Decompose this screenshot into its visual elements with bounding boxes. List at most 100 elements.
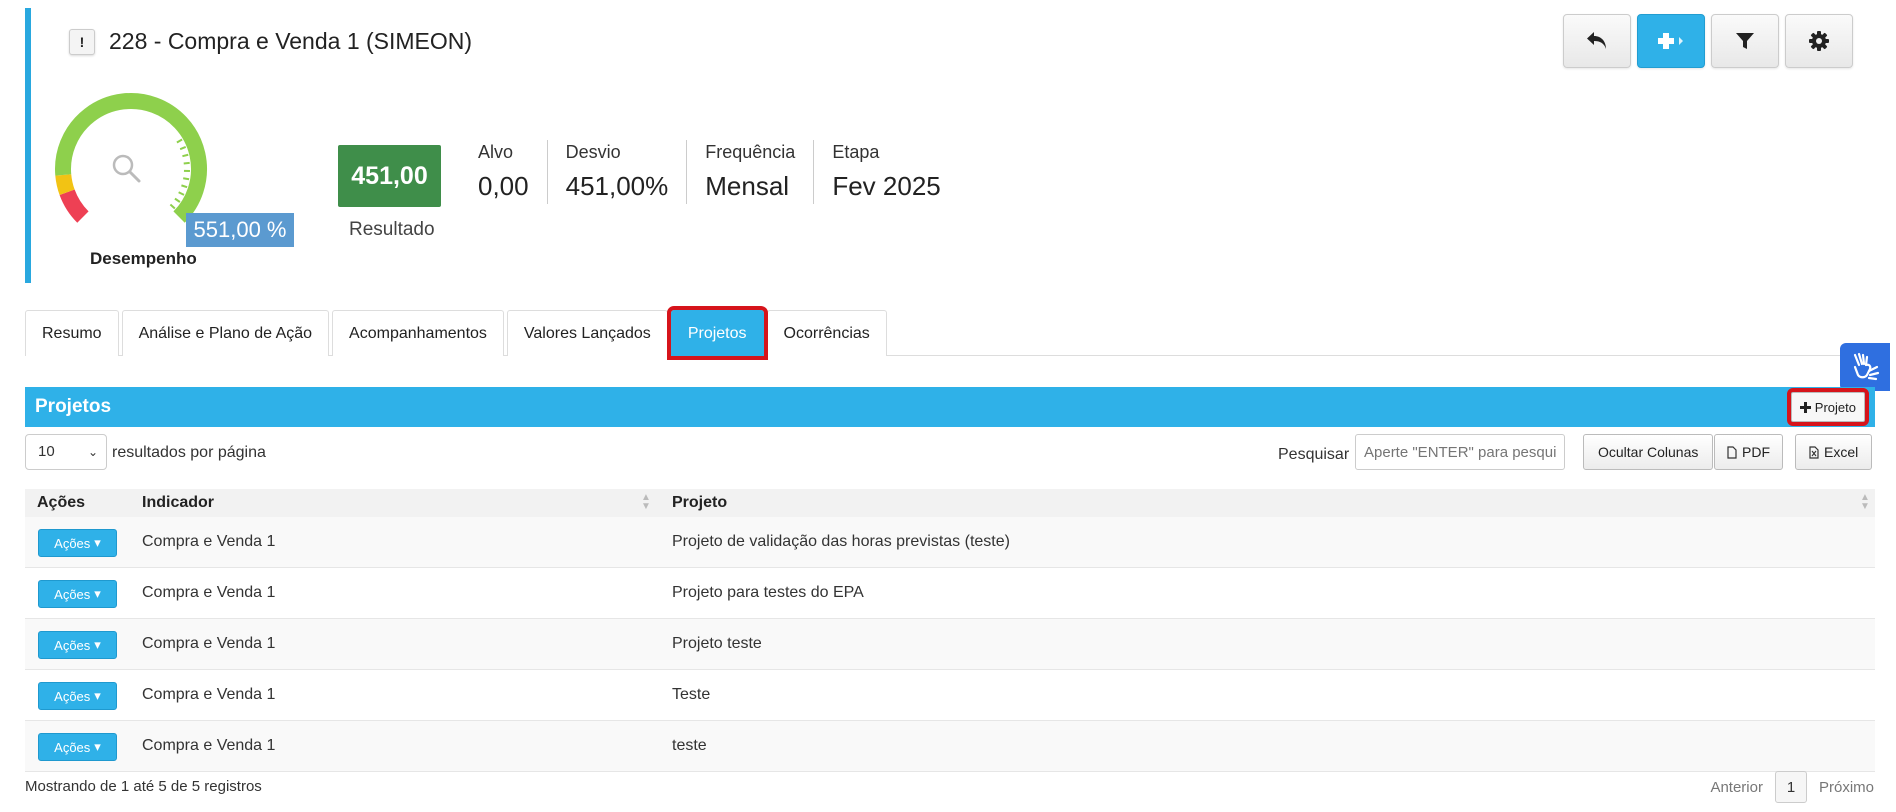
stat-label: Alvo (478, 142, 514, 162)
tab-acompanhamentos[interactable]: Acompanhamentos (332, 310, 504, 356)
gauge-tick (179, 145, 187, 151)
filter-button[interactable] (1711, 14, 1779, 68)
chevron-down-icon: ⌄ (87, 445, 98, 459)
settings-button[interactable] (1785, 14, 1853, 68)
page-1-button[interactable]: 1 (1774, 771, 1807, 803)
excel-file-icon (1809, 445, 1819, 459)
table-row: Ações ▾ Compra e Venda 1 Projeto para tes… (25, 568, 1875, 619)
pdf-button[interactable]: PDF (1714, 434, 1783, 470)
actions-dropdown-button[interactable]: Ações ▾ (38, 682, 117, 710)
excel-button[interactable]: Excel (1795, 434, 1873, 470)
page-title: 228 - Compra e Venda 1 (SIMEON) (109, 28, 473, 54)
gauge-tick (182, 153, 189, 158)
gauge-arc-segment (59, 189, 89, 223)
tab-ocorrencias[interactable]: Ocorrências (766, 310, 887, 356)
stat-value: Mensal (705, 171, 790, 201)
excel-label: Excel (1824, 444, 1859, 460)
caret-down-icon: ▾ (94, 688, 101, 703)
project-cell: Projeto de validação das horas previstas… (672, 533, 1010, 550)
header-project[interactable]: Projeto (672, 494, 727, 512)
plus-icon (1658, 33, 1683, 49)
alert-button[interactable]: ! (69, 28, 95, 55)
hide-columns-label: Ocultar Colunas (1598, 444, 1699, 460)
filter-icon (1736, 33, 1754, 49)
stat-etapa: Etapa Fev 2025 (814, 140, 958, 204)
stat-label: Desvio (565, 142, 621, 162)
page-size-value: 10 (38, 443, 55, 460)
table-info: Mostrando de 1 até 5 de 5 registros (25, 778, 262, 795)
table-row: Ações ▾ Compra e Venda 1 teste (25, 721, 1875, 772)
actions-dropdown-button[interactable]: Ações ▾ (38, 580, 117, 608)
actions-dropdown-button[interactable]: Ações ▾ (38, 529, 117, 557)
table-row: Ações ▾ Compra e Venda 1 Teste (25, 670, 1875, 721)
sign-language-icon (1853, 352, 1880, 381)
gauge-tick (178, 191, 185, 196)
tab-analise-plano-acao[interactable]: Análise e Plano de Ação (121, 310, 330, 356)
search-label: Pesquisar (1278, 446, 1350, 463)
page: ! 228 - Compra e Venda 1 (SIMEON) 551,00… (0, 0, 1896, 812)
stat-label: Frequência (705, 142, 796, 162)
pdf-file-icon (1727, 445, 1737, 459)
back-button[interactable] (1563, 14, 1631, 68)
pagination: Anterior 1 Próximo (1710, 771, 1874, 803)
table-controls: 10 ⌄ resultados por página Pesquisar Ocu… (25, 434, 1875, 472)
actions-label: Ações (54, 535, 91, 551)
add-button[interactable] (1637, 14, 1705, 68)
stat-value: 0,00 (478, 171, 529, 201)
gauge-arc-segment (55, 173, 75, 195)
plus-icon (1799, 401, 1811, 413)
tab-resumo[interactable]: Resumo (25, 310, 119, 356)
page-size-label: resultados por página (112, 444, 266, 461)
panel-title: Projetos (35, 396, 112, 417)
gauge-tick (176, 138, 183, 144)
gauge-tick (183, 177, 190, 181)
caret-down-icon: ▾ (94, 586, 101, 601)
page-size-select[interactable]: 10 ⌄ (25, 434, 107, 470)
toolbar (1563, 14, 1853, 68)
next-page-button[interactable]: Próximo (1819, 779, 1874, 796)
gauge-tick (169, 203, 176, 210)
indicator-cell: Compra e Venda 1 (142, 584, 276, 601)
stat-value: Fev 2025 (832, 171, 941, 201)
result-label: Resultado (349, 219, 435, 240)
actions-dropdown-button[interactable]: Ações ▾ (38, 631, 117, 659)
header-actions: Ações (37, 494, 86, 511)
add-project-label: Projeto (1814, 399, 1856, 415)
actions-label: Ações (54, 739, 91, 755)
gauge-tick (183, 161, 190, 165)
pdf-label: PDF (1742, 444, 1770, 460)
gauge-tick (181, 184, 188, 189)
header-indicator[interactable]: Indicador (142, 494, 214, 512)
indicator-cell: Compra e Venda 1 (142, 533, 276, 550)
stat-alvo: Alvo 0,00 (460, 140, 548, 204)
project-cell: teste (672, 737, 707, 754)
tab-projetos[interactable]: Projetos (666, 306, 768, 360)
project-cell: Projeto teste (672, 635, 762, 652)
caret-down-icon: ▾ (94, 637, 101, 652)
sort-icon[interactable]: ▲ ▼ (1860, 493, 1870, 512)
actions-label: Ações (54, 586, 91, 602)
actions-label: Ações (54, 637, 91, 653)
result-value: 451,00 (338, 145, 441, 207)
projects-table: Ações Indicador ▲ ▼ Projeto ▲ ▼ Ações ▾ Com… (25, 489, 1875, 772)
table-row: Ações ▾ Compra e Venda 1 Projeto teste (25, 619, 1875, 670)
title-row: ! 228 - Compra e Venda 1 (SIMEON) (69, 28, 472, 55)
sort-icon[interactable]: ▲ ▼ (641, 493, 651, 512)
prev-page-button[interactable]: Anterior (1710, 779, 1763, 796)
actions-dropdown-button[interactable]: Ações ▾ (38, 733, 117, 761)
gauge-label: Desempenho (90, 249, 197, 268)
actions-label: Ações (54, 688, 91, 704)
gauge-percent: 551,00 % (186, 213, 294, 247)
accessibility-button[interactable] (1840, 343, 1890, 391)
tab-valores-lancados[interactable]: Valores Lançados (506, 310, 668, 356)
add-project-button[interactable]: Projeto (1786, 388, 1870, 426)
indicator-cell: Compra e Venda 1 (142, 686, 276, 703)
stat-label: Etapa (832, 142, 880, 162)
search-input[interactable] (1355, 434, 1565, 470)
stats: Alvo 0,00 Desvio 451,00% Frequência Mens… (460, 140, 959, 204)
hide-columns-button[interactable]: Ocultar Colunas (1583, 434, 1714, 470)
projects-panel-header: Projetos Projeto (25, 387, 1875, 427)
project-cell: Projeto para testes do EPA (672, 584, 864, 601)
tab-bar: Resumo Análise e Plano de Ação Acompanha… (25, 306, 1875, 360)
table-row: Ações ▾ Compra e Venda 1 Projeto de valid… (25, 517, 1875, 568)
